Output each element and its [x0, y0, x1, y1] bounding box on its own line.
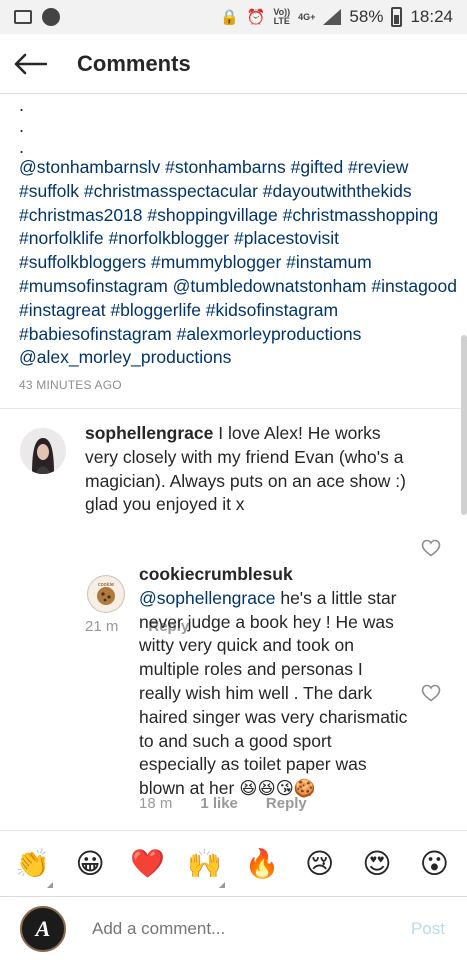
add-comment-bar: A Post: [0, 896, 467, 960]
heart-icon[interactable]: [421, 684, 441, 702]
crying-emoji-button[interactable]: 😢: [298, 848, 342, 880]
fire-emoji-button[interactable]: 🔥: [240, 848, 284, 880]
status-right: 🔒 ⏰ Vo)) LTE 4G+ 58% 18:24: [220, 7, 453, 27]
caption-text[interactable]: @stonhambarnslv #stonhambarns #gifted #r…: [19, 156, 459, 370]
post-button[interactable]: Post: [411, 919, 445, 939]
comment-body: sophellengrace I love Alex! He works ver…: [85, 422, 415, 517]
heart-eyes-emoji-button[interactable]: 😍: [355, 848, 399, 880]
reply-button[interactable]: Reply: [266, 795, 307, 812]
emoji-quick-bar: 👏 😀 ❤️ 🙌 🔥 😢 😍 😮: [0, 830, 467, 896]
comment-time: 18 m: [139, 795, 173, 812]
volte-indicator: Vo)) LTE: [273, 7, 291, 26]
alarm-icon: ⏰: [246, 9, 266, 26]
grin-emoji-button[interactable]: 😀: [68, 848, 112, 880]
comment-text: he's a little star never judge a book he…: [139, 587, 408, 799]
status-left: [14, 8, 60, 26]
caption-dots: . . .: [19, 95, 25, 157]
comment-mention[interactable]: @sophellengrace: [139, 588, 275, 608]
clap-emoji-button[interactable]: 👏: [11, 848, 55, 888]
reply-comment-item: cookie cookiecrumblesuk @sophellengrace …: [0, 563, 467, 825]
user-avatar: A: [20, 905, 66, 952]
network-indicator: 4G+: [298, 11, 316, 22]
skin-tone-indicator: [46, 881, 53, 888]
heart-icon[interactable]: [421, 539, 441, 557]
skin-tone-indicator: [218, 881, 225, 888]
comment-input[interactable]: [92, 918, 392, 939]
battery-percent: 58%: [349, 7, 384, 26]
status-bar: 🔒 ⏰ Vo)) LTE 4G+ 58% 18:24: [0, 0, 467, 34]
heart-emoji-button[interactable]: ❤️: [125, 848, 169, 880]
battery-icon: [391, 7, 403, 27]
surprised-emoji-button[interactable]: 😮: [412, 848, 456, 880]
raised-hands-emoji-button[interactable]: 🙌: [183, 848, 227, 888]
header: Comments: [0, 34, 467, 94]
lock-icon: 🔒: [219, 9, 239, 26]
likes-count[interactable]: 1 like: [200, 795, 238, 812]
gallery-icon: [14, 10, 32, 24]
caption-timestamp: 43 MINUTES AGO: [19, 378, 122, 392]
signal-icon: [323, 9, 342, 25]
comments-list[interactable]: . . . @stonhambarnslv #stonhambarns #gif…: [0, 95, 467, 830]
back-arrow-icon[interactable]: [0, 34, 60, 94]
scrollbar[interactable]: [461, 335, 467, 515]
avatar[interactable]: [20, 428, 66, 474]
comment-item: sophellengrace I love Alex! He works ver…: [0, 408, 467, 635]
clock: 18:24: [410, 7, 453, 26]
page-title: Comments: [77, 50, 191, 76]
comment-body: cookiecrumblesuk @sophellengrace he's a …: [139, 563, 409, 801]
comment-meta: 18 m 1 like Reply: [139, 795, 307, 812]
comment-username[interactable]: sophellengrace: [85, 423, 213, 443]
svg-text:cookie: cookie: [98, 582, 114, 588]
messenger-icon: [42, 8, 60, 26]
comment-username[interactable]: cookiecrumblesuk: [139, 564, 293, 584]
avatar[interactable]: cookie: [87, 575, 125, 613]
